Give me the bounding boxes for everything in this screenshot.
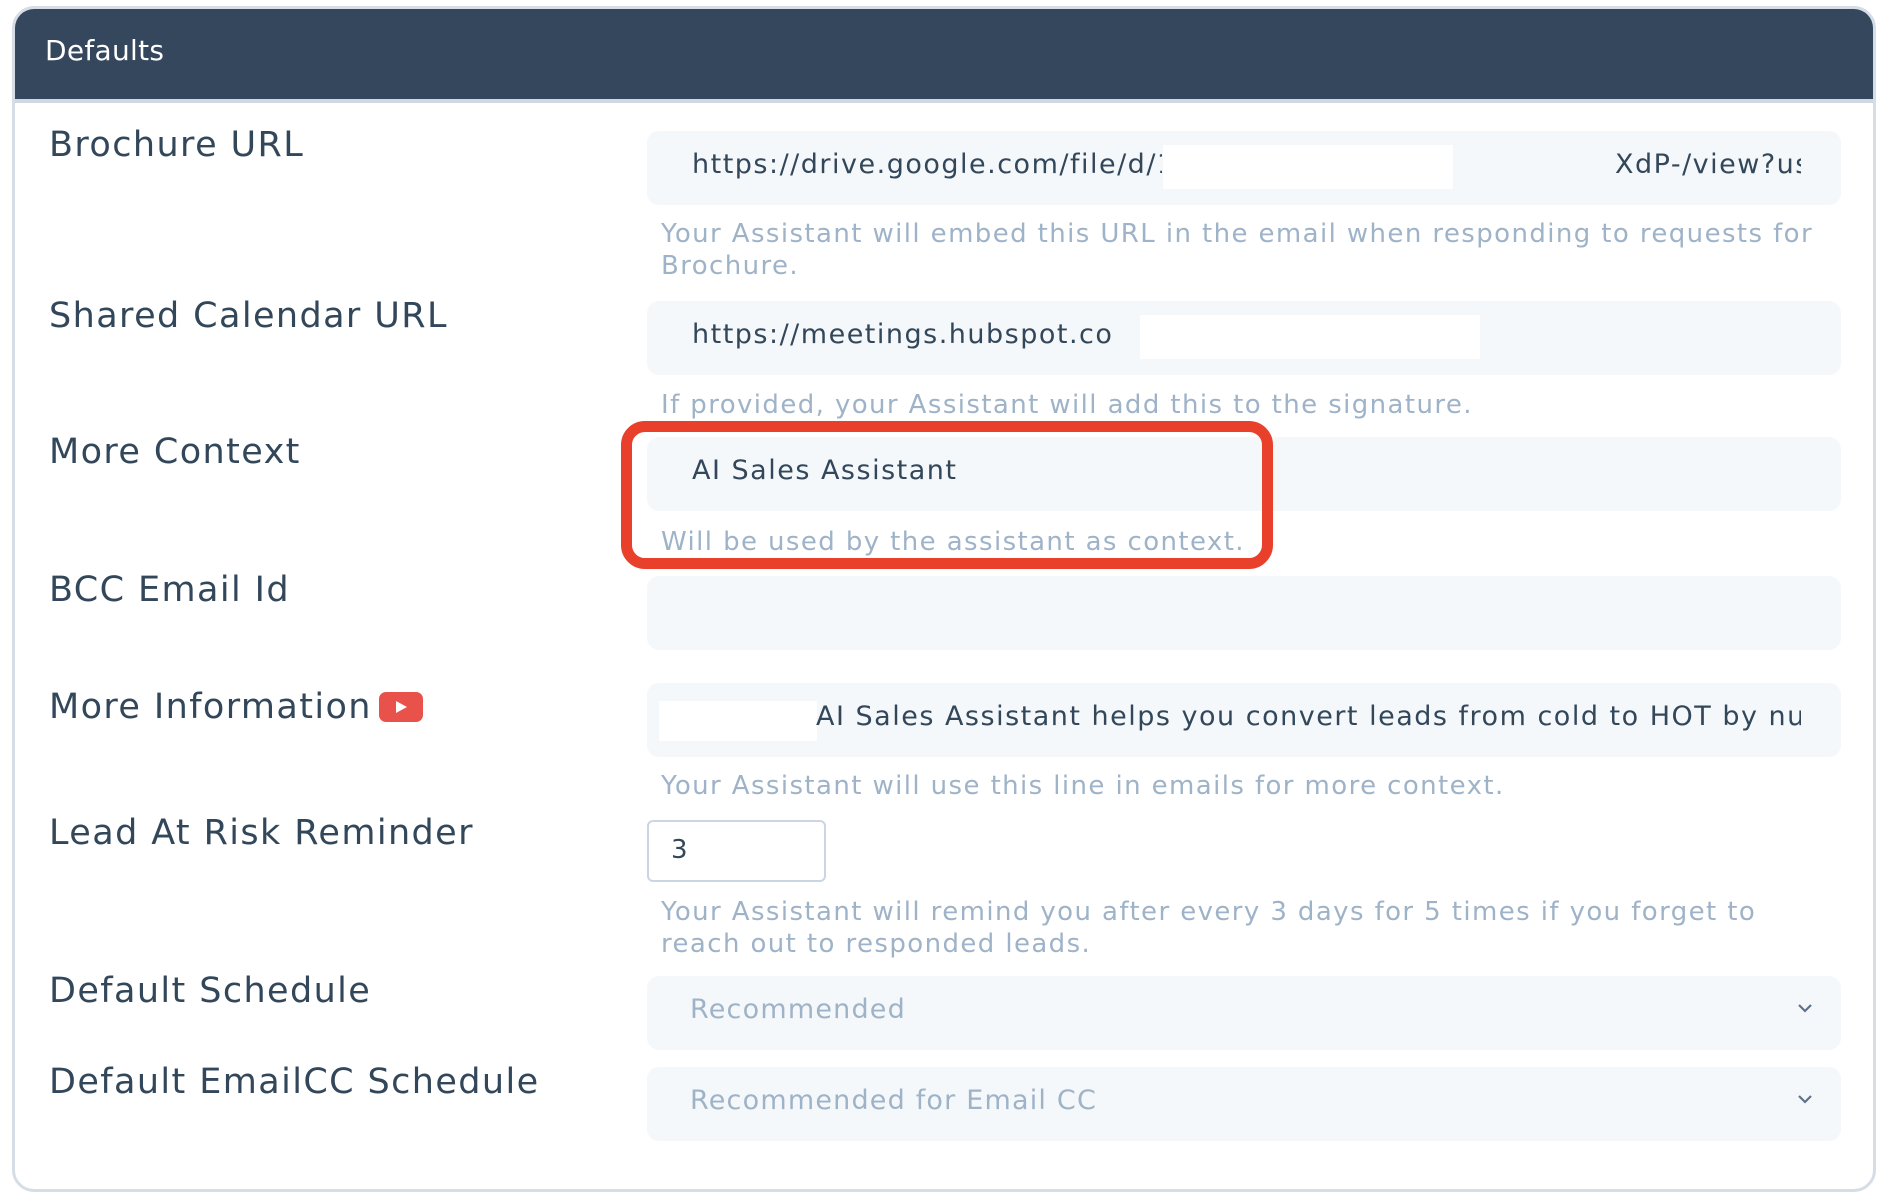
calendar-url-hint: If provided, your Assistant will add thi… bbox=[661, 390, 1473, 420]
calendar-url-input[interactable]: https://meetings.hubspot.com/sa bbox=[647, 301, 1841, 375]
brochure-url-value-end: XdP-/view?us bbox=[1615, 149, 1801, 180]
bcc-email-label: BCC Email Id bbox=[49, 570, 290, 610]
lead-at-risk-label: Lead At Risk Reminder bbox=[49, 813, 474, 853]
brochure-url-value-start: https://drive.google.com/file/d/1xPALj3Q… bbox=[692, 149, 1162, 180]
more-information-input[interactable]: AI Sales Assistant helps you convert lea… bbox=[647, 683, 1841, 757]
more-information-hint: Your Assistant will use this line in ema… bbox=[661, 771, 1505, 801]
brochure-url-hint: Your Assistant will embed this URL in th… bbox=[661, 219, 1814, 281]
chevron-down-icon bbox=[1798, 1095, 1812, 1104]
youtube-play-icon[interactable] bbox=[379, 692, 423, 722]
calendar-url-label: Shared Calendar URL bbox=[49, 296, 448, 336]
panel-title: Defaults bbox=[45, 34, 165, 67]
more-information-label: More Information bbox=[49, 687, 372, 727]
more-information-value: AI Sales Assistant helps you convert lea… bbox=[816, 701, 1801, 732]
default-emailcc-schedule-select[interactable]: Recommended for Email CC bbox=[647, 1067, 1841, 1141]
calendar-url-value: https://meetings.hubspot.com/sa bbox=[692, 319, 1112, 350]
bcc-email-input[interactable] bbox=[647, 576, 1841, 650]
more-context-label: More Context bbox=[49, 432, 301, 472]
play-triangle bbox=[396, 701, 407, 713]
panel-header: Defaults bbox=[15, 9, 1873, 103]
default-schedule-select[interactable]: Recommended bbox=[647, 976, 1841, 1050]
default-schedule-label: Default Schedule bbox=[49, 971, 372, 1011]
redaction-block bbox=[1140, 315, 1480, 359]
highlight-annotation-box bbox=[621, 421, 1273, 569]
brochure-url-input[interactable]: https://drive.google.com/file/d/1xPALj3Q… bbox=[647, 131, 1841, 205]
default-schedule-value: Recommended bbox=[690, 994, 906, 1025]
chevron-down-icon bbox=[1798, 1004, 1812, 1013]
default-emailcc-schedule-value: Recommended for Email CC bbox=[690, 1085, 1098, 1116]
redaction-block bbox=[1163, 145, 1453, 189]
lead-at-risk-value: 3 bbox=[671, 835, 688, 865]
lead-at-risk-days-input[interactable]: 3 bbox=[647, 820, 826, 882]
redaction-block bbox=[659, 701, 817, 741]
lead-at-risk-hint: Your Assistant will remind you after eve… bbox=[661, 897, 1757, 959]
default-emailcc-schedule-label: Default EmailCC Schedule bbox=[49, 1062, 540, 1102]
brochure-url-label: Brochure URL bbox=[49, 125, 305, 165]
